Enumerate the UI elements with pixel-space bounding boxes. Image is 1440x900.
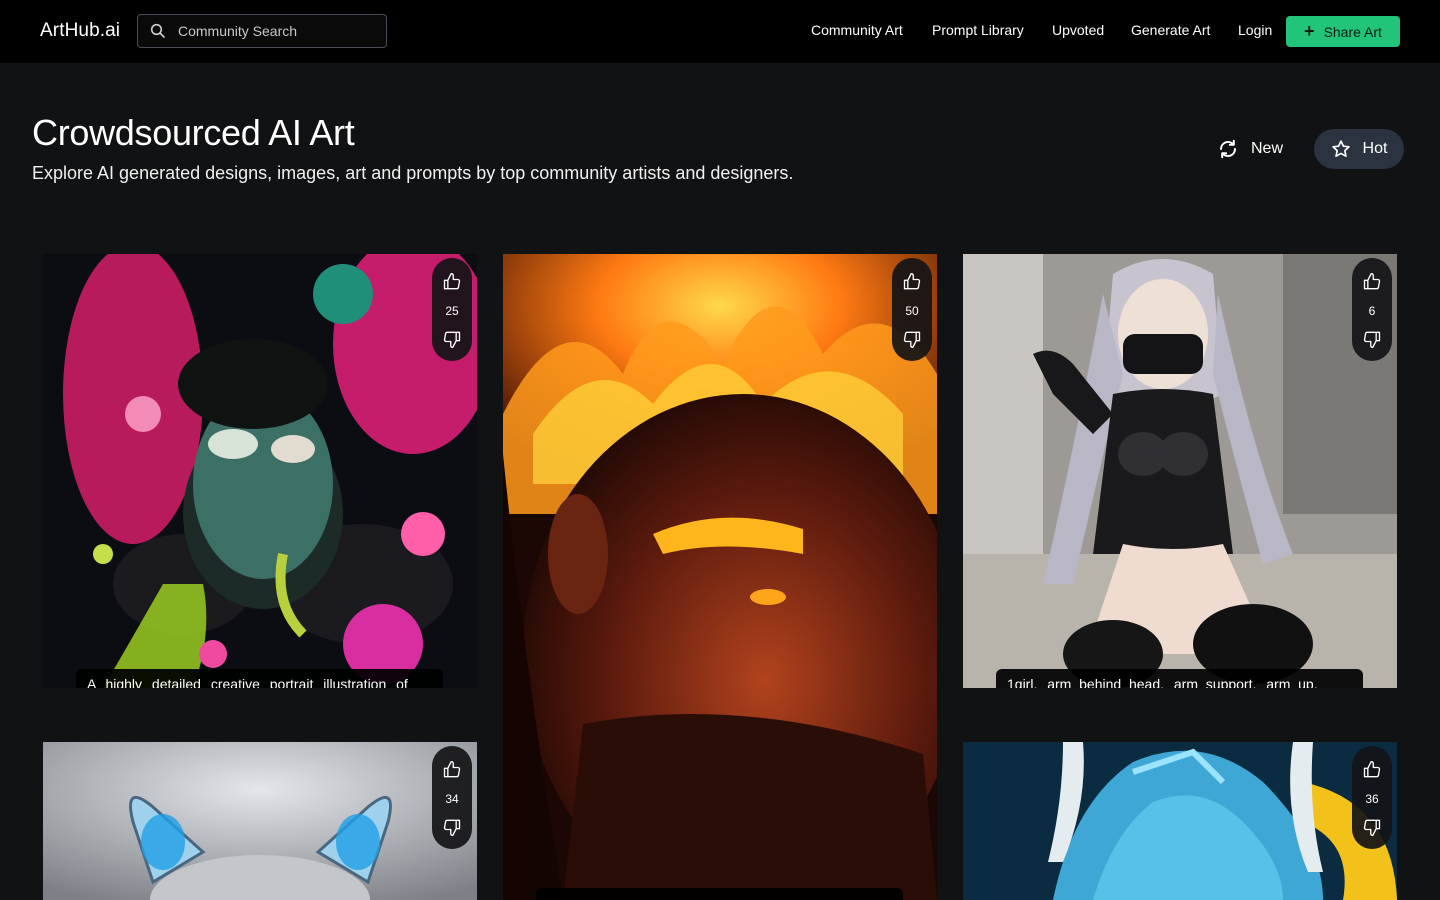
vote-count: 50 [905,303,919,318]
art-image [43,742,477,900]
thumbs-down-icon[interactable] [442,817,462,837]
art-card[interactable]: 50 [503,254,937,900]
search-input[interactable] [178,23,378,39]
art-card[interactable]: 25 A highly detailed creative portrait i… [43,254,477,688]
sort-new-button[interactable]: New [1202,130,1298,168]
nav-login[interactable]: Login [1238,22,1272,38]
share-art-label: Share Art [1323,23,1382,40]
plus-icon: + [1304,20,1315,41]
top-navbar: ArtHub.ai Community Art Prompt Library U… [0,0,1440,63]
vote-panel: 36 [1352,746,1392,849]
share-art-button[interactable]: + Share Art [1286,16,1400,47]
vote-panel: 34 [432,746,472,849]
vote-panel: 6 [1352,258,1392,361]
sort-hot-label: Hot [1362,140,1388,157]
thumbs-up-icon[interactable] [902,272,922,292]
prompt-text: A highly detailed creative portrait illu… [87,676,408,688]
page-subtitle: Explore AI generated designs, images, ar… [32,163,794,183]
vote-count: 34 [445,791,459,806]
nav-community-art[interactable]: Community Art [811,22,903,38]
star-icon [1331,140,1350,157]
sort-hot-button[interactable]: Hot [1314,129,1404,169]
prompt-caption[interactable]: A highly detailed creative portrait illu… [76,669,443,688]
prompt-caption[interactable] [536,888,903,900]
vote-count: 25 [445,303,459,318]
thumbs-up-icon[interactable] [442,272,462,292]
thumbs-down-icon[interactable] [902,329,922,349]
vote-count: 36 [1365,791,1379,806]
thumbs-up-icon[interactable] [442,760,462,780]
art-card[interactable]: 6 1girl, arm_behind_head, arm_support, a… [963,254,1397,688]
art-image [503,254,937,900]
thumbs-down-icon[interactable] [1362,329,1382,349]
art-card[interactable]: 36 [963,742,1397,900]
vote-panel: 25 [432,258,472,361]
thumbs-up-icon[interactable] [1362,760,1382,780]
community-search[interactable] [137,14,387,48]
page-title: Crowdsourced AI Art [32,112,355,153]
refresh-icon [1219,139,1236,159]
vote-panel: 50 [892,258,932,361]
nav-prompt-library[interactable]: Prompt Library [932,22,1024,38]
thumbs-down-icon[interactable] [1362,817,1382,837]
vote-count: 6 [1368,303,1376,318]
prompt-caption[interactable]: 1girl, arm_behind_head, arm_support, arm… [996,669,1363,688]
thumbs-down-icon[interactable] [442,329,462,349]
art-image [43,254,477,688]
search-icon [150,23,165,38]
nav-generate-art[interactable]: Generate Art [1131,22,1210,38]
art-card[interactable]: 34 [43,742,477,900]
nav-upvoted[interactable]: Upvoted [1052,22,1104,38]
art-image [963,742,1397,900]
prompt-text: 1girl, arm_behind_head, arm_support, arm… [1007,676,1318,688]
thumbs-up-icon[interactable] [1362,272,1382,292]
art-image [963,254,1397,688]
sort-new-label: New [1250,140,1283,157]
site-logo[interactable]: ArtHub.ai [40,20,120,42]
